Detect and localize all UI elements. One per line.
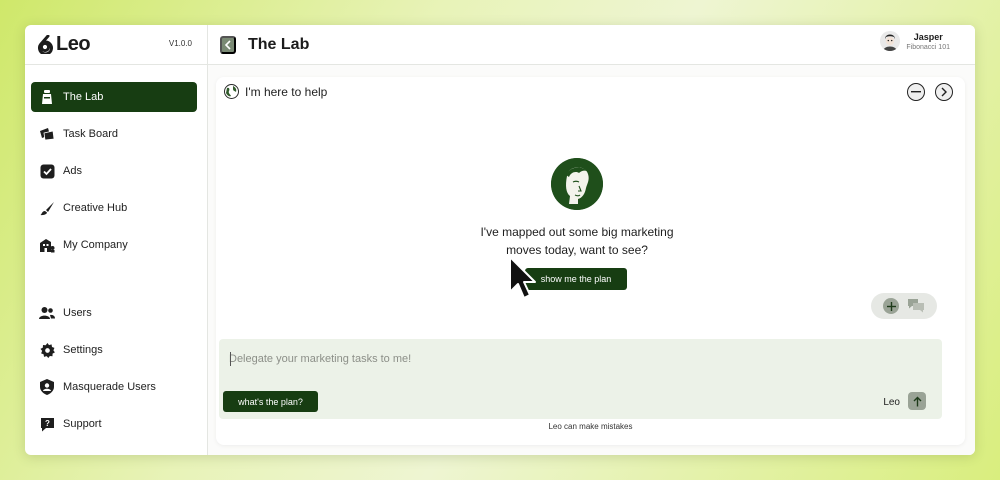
sidebar-item-masquerade-users[interactable]: Masquerade Users	[31, 372, 197, 402]
composer: what's the plan? Leo	[219, 339, 942, 419]
board-icon	[39, 126, 55, 142]
sidebar-item-label: The Lab	[63, 91, 104, 103]
sidebar-item-task-board[interactable]: Task Board	[31, 119, 197, 149]
flask-icon	[39, 89, 55, 105]
sidebar-item-label: Users	[63, 307, 92, 319]
top-bar: The Lab Jasper Fibonacci 101	[208, 25, 975, 65]
assistant-message-line-1: I've mapped out some big marketing	[480, 225, 674, 239]
checkbox-icon	[39, 163, 55, 179]
assistant-message: I've mapped out some big marketing moves…	[446, 223, 708, 259]
chevron-left-icon	[224, 39, 231, 50]
arrow-up-icon	[913, 396, 921, 406]
sidebar-item-label: Ads	[63, 165, 82, 177]
main-area: The Lab Jasper Fibonacci 101 I'm here to…	[208, 25, 975, 455]
user-menu[interactable]: Jasper Fibonacci 101	[880, 31, 950, 51]
svg-text:?: ?	[45, 419, 50, 428]
show-plan-button[interactable]: show me the plan	[525, 268, 627, 290]
model-label: Leo	[883, 397, 900, 408]
assistant-panel: I'm here to help I've mapped out some bi…	[216, 77, 965, 445]
sidebar-item-label: Task Board	[63, 128, 119, 140]
task-input[interactable]	[229, 349, 919, 369]
globe-icon	[224, 84, 239, 99]
sidebar-item-support[interactable]: ? Support	[31, 409, 197, 439]
primary-nav: The Lab Task Board Ads Creative Hub My C…	[31, 82, 197, 267]
sidebar-item-users[interactable]: Users	[31, 298, 197, 328]
gear-icon	[39, 342, 55, 358]
suggestion-chip[interactable]: what's the plan?	[223, 391, 318, 412]
sidebar-item-label: My Company	[63, 239, 128, 251]
brand-name: Leo	[56, 33, 91, 55]
brush-icon	[39, 200, 55, 216]
leo-portrait-icon	[551, 158, 603, 210]
leo-logo-icon	[36, 35, 54, 55]
sidebar-item-label: Creative Hub	[63, 202, 128, 214]
page-title: The Lab	[248, 35, 310, 53]
next-button[interactable]	[935, 83, 953, 101]
avatar	[880, 31, 901, 51]
user-name: Jasper	[913, 31, 943, 42]
sidebar-item-label: Masquerade Users	[63, 381, 156, 393]
help-chat-icon: ?	[39, 416, 55, 432]
sidebar-item-my-company[interactable]: My Company	[31, 230, 197, 260]
chat-bubbles-icon	[908, 299, 924, 313]
secondary-nav: Users Settings Masquerade Users ? Suppor…	[31, 298, 197, 446]
sidebar-item-label: Settings	[63, 344, 103, 356]
text-caret	[230, 352, 231, 366]
sidebar-item-the-lab[interactable]: The Lab	[31, 82, 197, 112]
shield-user-icon	[39, 379, 55, 395]
chevron-right-icon	[941, 87, 947, 97]
add-button[interactable]	[883, 298, 899, 314]
sidebar-item-label: Support	[63, 418, 102, 430]
sidebar-item-settings[interactable]: Settings	[31, 335, 197, 365]
send-button[interactable]	[908, 392, 926, 410]
sidebar-item-creative-hub[interactable]: Creative Hub	[31, 193, 197, 223]
user-info: Jasper Fibonacci 101	[906, 32, 950, 51]
panel-header: I'm here to help	[216, 77, 965, 107]
chat-history-button[interactable]	[907, 298, 925, 314]
user-subtitle: Fibonacci 101	[906, 43, 950, 51]
users-icon	[39, 305, 55, 321]
minimize-button[interactable]	[907, 83, 925, 101]
app-version: V1.0.0	[168, 39, 192, 48]
disclaimer: Leo can make mistakes	[548, 422, 633, 431]
collapse-sidebar-button[interactable]	[220, 35, 236, 54]
building-icon	[39, 237, 55, 253]
minus-icon	[911, 91, 921, 93]
plus-icon	[886, 301, 896, 311]
leo-avatar	[551, 158, 603, 210]
assistant-message-line-2: moves today, want to see?	[506, 243, 648, 257]
quick-actions	[871, 293, 937, 319]
assistant-greeting: I'm here to help	[245, 85, 328, 99]
app-window: Leo V1.0.0 The Lab Task Board Ads Creati…	[25, 25, 975, 455]
sidebar: Leo V1.0.0 The Lab Task Board Ads Creati…	[25, 25, 208, 455]
sidebar-item-ads[interactable]: Ads	[31, 156, 197, 186]
